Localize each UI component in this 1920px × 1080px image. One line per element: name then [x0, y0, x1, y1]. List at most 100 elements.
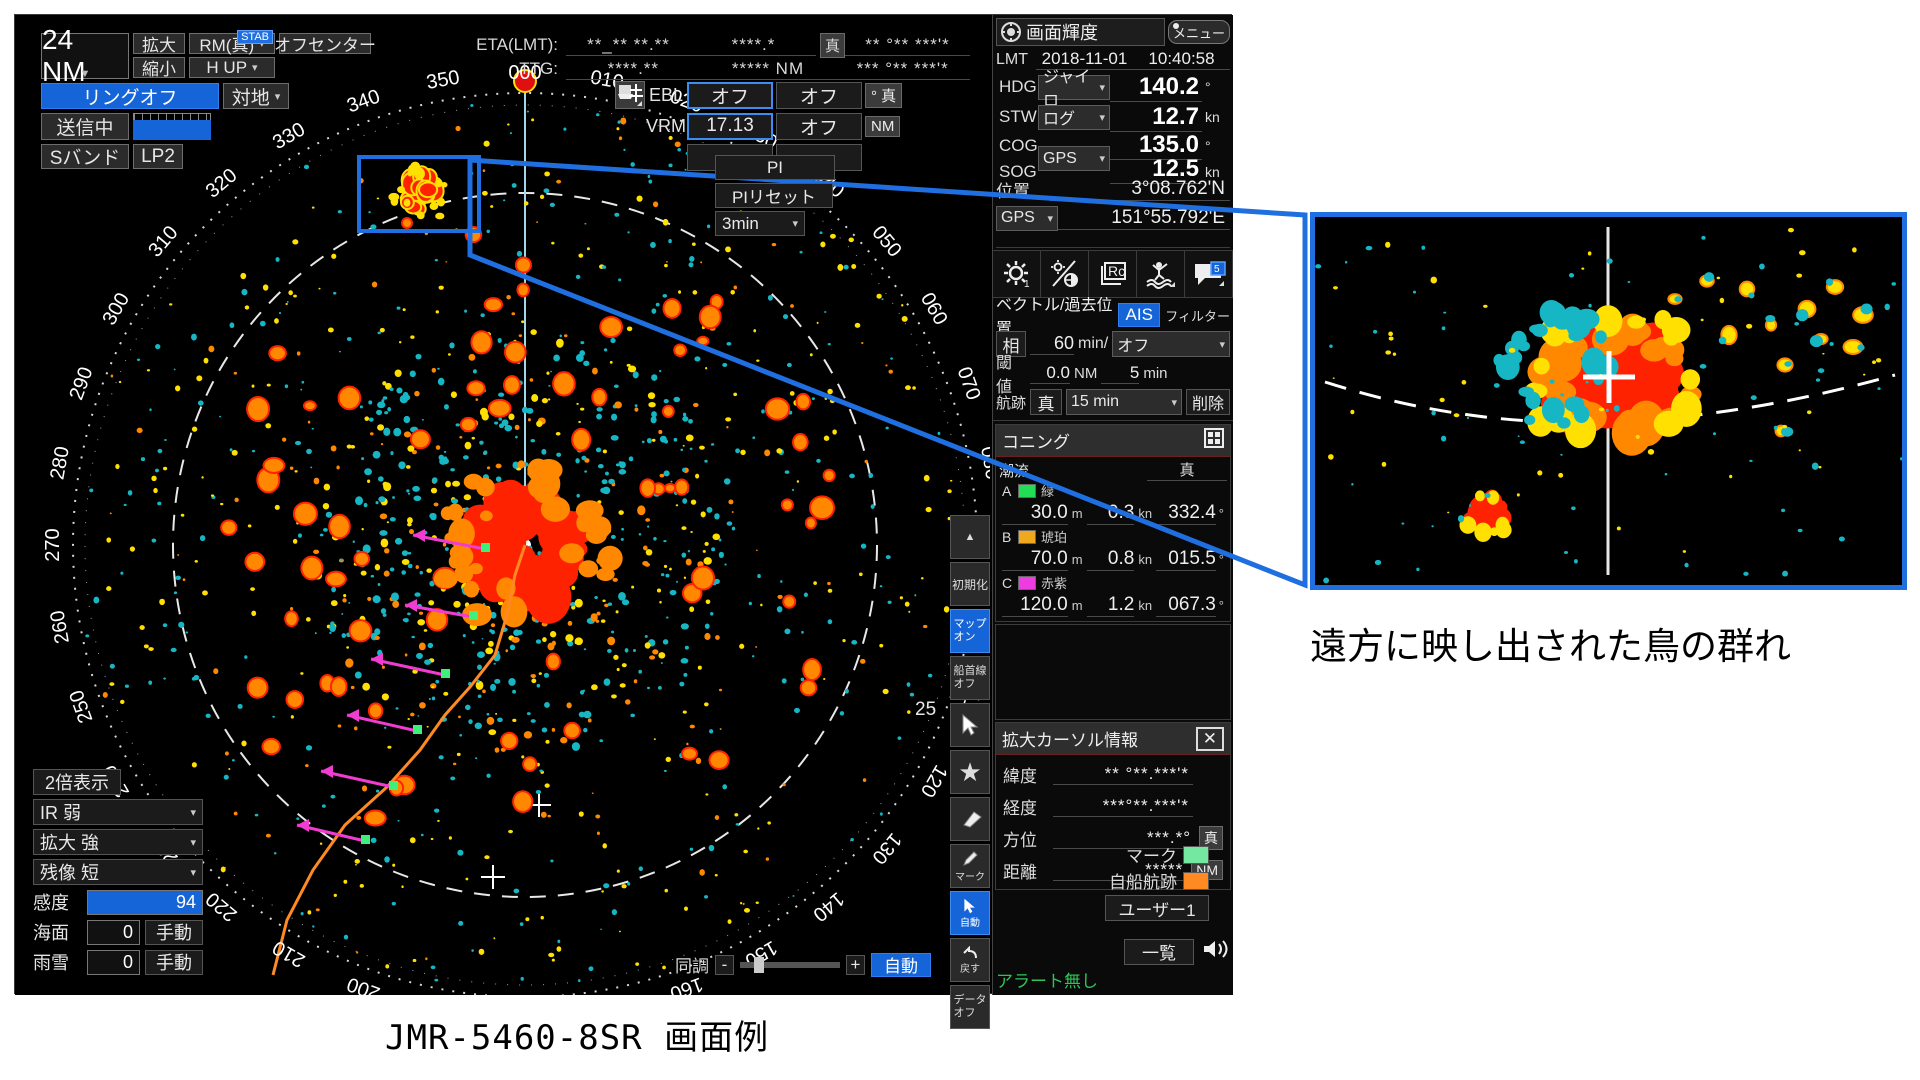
brightness-button[interactable]: 画面輝度 [996, 18, 1165, 46]
eta-extra-value[interactable]: ** °** ***'* [845, 35, 971, 56]
sync-plus-button[interactable]: + [846, 954, 865, 975]
list-button[interactable]: 一覧 [1124, 938, 1194, 965]
rain-mode-button[interactable]: 手動 [145, 949, 203, 975]
afterglow-selector[interactable]: 残像 短 ▾ [33, 859, 203, 885]
cog-sog-source-selector[interactable]: GPS ▾ [1038, 146, 1110, 171]
tide-layer-list: A 緑 30.0 m 0.3 kn 332.4 ° B 琥珀 70.0 m 0.8 kn 015.5 ° C 赤紫… [999, 481, 1227, 619]
sync-slider-thumb[interactable] [754, 956, 764, 973]
position-label: 位置 [996, 181, 1030, 201]
map-on-toggle[interactable]: マップ オン [950, 609, 990, 653]
close-icon[interactable]: ✕ [1195, 726, 1224, 751]
chevron-down-icon: ▾ [190, 836, 196, 849]
ebl-value-1[interactable]: オフ [687, 81, 773, 109]
tide-layer-id: B [1002, 528, 1012, 545]
speaker-icon[interactable] [1202, 938, 1230, 965]
conning-blank-area [995, 624, 1231, 720]
double-view-button[interactable]: 2倍表示 [33, 769, 121, 795]
vrm-value-1[interactable]: 17.13 [687, 112, 773, 140]
head-up-selector[interactable]: H UP ▾ [189, 57, 275, 78]
man-overboard-icon[interactable] [1137, 251, 1185, 297]
rc-record-icon[interactable]: Rc [1089, 251, 1137, 297]
enhance-selector[interactable]: 拡大 強 ▾ [33, 829, 203, 855]
trail-time-selector[interactable]: 15 min ▾ [1066, 389, 1182, 415]
ttg-extra-value[interactable]: *** °** ***'* [835, 59, 971, 80]
ttg-time-value[interactable]: ****.** [566, 59, 701, 80]
offcenter-button[interactable]: オフセンター [274, 33, 376, 55]
user-preset-button[interactable]: ユーザー1 [1105, 895, 1209, 921]
mark-pen-label: マーク [955, 871, 985, 883]
mark-pen-tool[interactable]: マーク [950, 844, 990, 888]
transmit-status-button[interactable]: 送信中 [41, 113, 129, 140]
navigation-data-block: HDG ジャイロ ▾ 140.2 ° STW ログ ▾ 12.7 kn COG [993, 69, 1233, 184]
stab-badge: STAB [237, 30, 273, 44]
bird-flock-highlight-box [357, 155, 481, 233]
grid-layout-icon[interactable] [1204, 428, 1224, 453]
legend-mark-swatch[interactable] [1183, 845, 1209, 864]
trail-delete-button[interactable]: 削除 [1186, 389, 1230, 415]
sea-value[interactable]: 0 [87, 919, 140, 945]
message-bubble-icon[interactable]: 5 [1185, 251, 1233, 297]
position-block: 位置 3°08.762'N GPS ▾ 151°55.792'E [993, 172, 1233, 250]
tide-depth: 30.0 [1002, 502, 1068, 525]
range-selector[interactable]: 24 NM ▼ [41, 24, 129, 87]
initialize-button[interactable]: 初期化 [950, 562, 990, 606]
vertical-tool-palette: ▲ 初期化 マップ オン 船首線 オフ ★ マーク 自動 戻す データ オフ [950, 515, 990, 1032]
pulse-selector[interactable]: LP2 [133, 144, 183, 169]
eraser-tool[interactable] [950, 797, 990, 841]
data-off-toggle[interactable]: データ オフ [950, 985, 990, 1029]
threshold-min-value[interactable]: 5 [1101, 363, 1140, 384]
zoom-in-button[interactable]: 拡大 [133, 33, 185, 55]
tuning-scale [133, 113, 211, 120]
stw-source-selector[interactable]: ログ ▾ [1038, 104, 1110, 130]
eta-bearing-value[interactable]: ****.* [691, 35, 816, 56]
vrm-value-2[interactable]: オフ [776, 112, 862, 140]
position-source-selector[interactable]: GPS ▾ [996, 205, 1058, 231]
ir-selector[interactable]: IR 弱 ▾ [33, 799, 203, 825]
chevron-down-icon: ▾ [1171, 396, 1177, 409]
eta-ttg-panel: ETA(LMT): **_** **.** ****.* 真 ** °** **… [470, 32, 971, 81]
chevron-down-icon: ▾ [1219, 338, 1225, 351]
hdg-source-selector[interactable]: ジャイロ ▾ [1038, 69, 1110, 110]
ais-toggle[interactable]: AIS [1118, 303, 1161, 327]
auto-cursor-tool[interactable]: 自動 [950, 891, 990, 935]
legend-track-swatch[interactable] [1183, 871, 1209, 890]
pi-reset-button[interactable]: PIリセット [715, 183, 833, 208]
ship-cursor-icon[interactable] [615, 81, 645, 109]
pi-interval-selector[interactable]: 3min ▾ [715, 211, 805, 236]
tuning-bar [133, 120, 211, 140]
filter-button[interactable]: フィルター [1165, 306, 1230, 325]
past-position-selector[interactable]: オフ ▾ [1112, 331, 1230, 357]
cog-label: COG [999, 135, 1038, 155]
cursor-arrow-tool[interactable] [950, 703, 990, 747]
threshold-label: 閾値 [996, 355, 1013, 396]
stw-label: STW [999, 107, 1037, 126]
trail-mode-button[interactable]: 真 [1030, 389, 1062, 415]
threshold-nm-value[interactable]: 0.0 [1030, 363, 1070, 384]
sun-brightness-icon[interactable]: 1 [993, 251, 1041, 297]
ground-mode-selector[interactable]: 対地 ▾ [223, 83, 289, 109]
scroll-up-button[interactable]: ▲ [950, 515, 990, 559]
ebl-value-2[interactable]: オフ [776, 81, 862, 109]
zoom-out-button[interactable]: 縮小 [133, 57, 185, 79]
sync-slider[interactable] [740, 956, 840, 973]
tide-direction-unit: ° [1218, 552, 1224, 567]
undo-button[interactable]: 戻す [950, 938, 990, 982]
sea-mode-button[interactable]: 手動 [145, 919, 203, 945]
sync-minus-button[interactable]: - [715, 954, 734, 975]
chevron-down-icon: ▾ [1099, 81, 1105, 94]
heading-line-off-toggle[interactable]: 船首線 オフ [950, 656, 990, 700]
sync-auto-button[interactable]: 自動 [871, 952, 931, 977]
eta-time-value[interactable]: **_** **.** [566, 35, 691, 56]
contrast-day-night-icon[interactable] [1041, 251, 1089, 297]
menu-button[interactable]: メニュー [1168, 20, 1230, 44]
tide-layer-header: C 赤紫 [999, 573, 1227, 592]
motion-mode-selector[interactable]: RM(真) ▾ STAB [189, 30, 275, 55]
favorite-star-button[interactable]: ★ [950, 750, 990, 794]
pi-button[interactable]: PI [715, 155, 835, 180]
gain-value[interactable]: 94 [87, 889, 203, 915]
rain-value[interactable]: 0 [87, 949, 140, 975]
vector-minutes[interactable]: 60 [1030, 333, 1074, 355]
afterglow-row: 残像 短 ▾ [33, 859, 203, 885]
band-selector[interactable]: Sバンド [41, 144, 129, 169]
ttg-distance-value[interactable]: ***** NM [700, 59, 836, 80]
